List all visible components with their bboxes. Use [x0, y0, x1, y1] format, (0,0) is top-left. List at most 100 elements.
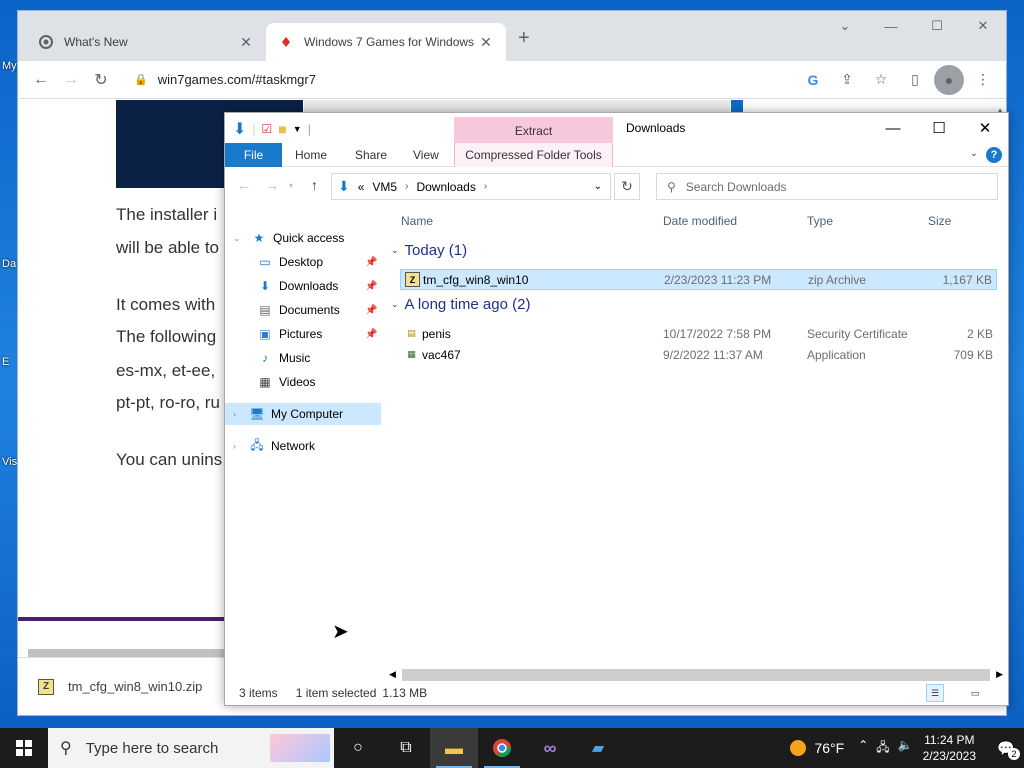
forward-arrow-icon[interactable]: →	[265, 177, 279, 193]
chevron-right-icon[interactable]: ›	[233, 441, 236, 451]
side-panel-icon[interactable]: ▯	[900, 65, 930, 95]
breadcrumb[interactable]: ⬇ « VM5 › Downloads › ⌄	[331, 173, 611, 200]
back-button[interactable]: ←	[26, 65, 56, 95]
volume-icon[interactable]: 🔈	[898, 738, 913, 759]
nav-downloads[interactable]: ⬇ Downloads 📌	[257, 275, 382, 297]
download-folder-icon: ⬇	[338, 178, 350, 194]
maximize-button[interactable]: ☐	[914, 11, 960, 41]
nav-music[interactable]: ♪ Music	[257, 347, 382, 369]
start-button[interactable]	[0, 728, 48, 768]
scroll-left-icon[interactable]: ◀	[385, 669, 396, 680]
nav-documents[interactable]: ▤ Documents 📌	[257, 299, 382, 321]
clock[interactable]: 11:24 PM 2/23/2023	[923, 732, 976, 764]
chrome-taskbar-icon[interactable]	[478, 728, 526, 768]
scrollbar-thumb[interactable]	[401, 668, 991, 681]
new-tab-button[interactable]: +	[518, 27, 530, 50]
nav-network[interactable]: › 🖧 Network	[225, 435, 381, 457]
download-item[interactable]: tm_cfg_win8_win10.zip	[68, 679, 202, 694]
tab-compressed-folder-tools[interactable]: Compressed Folder Tools	[454, 143, 613, 167]
minimize-button[interactable]: —	[870, 113, 916, 143]
tab-file[interactable]: File	[225, 143, 282, 167]
menu-kebab-icon[interactable]: ⋮	[968, 65, 998, 95]
column-header-name[interactable]: Name	[401, 209, 433, 233]
breadcrumb-overflow[interactable]: «	[358, 180, 365, 194]
extract-context-header: Extract	[454, 117, 613, 144]
refresh-button[interactable]: ↻	[614, 173, 640, 200]
desktop-icon: ▭	[259, 255, 271, 269]
desktop-icon-label[interactable]: E	[2, 356, 9, 368]
file-row[interactable]: ▦ vac467 9/2/2022 11:37 AM Application 7…	[400, 344, 997, 365]
column-header-size[interactable]: Size	[928, 209, 951, 233]
breadcrumb-downloads[interactable]: Downloads	[416, 180, 475, 194]
file-explorer-taskbar-icon[interactable]: ▬	[430, 728, 478, 768]
close-tab-icon[interactable]: ✕	[238, 34, 254, 51]
close-button[interactable]: ✕	[960, 11, 1006, 41]
group-header-today[interactable]: ⌄ Today (1)	[391, 242, 467, 259]
visual-studio-taskbar-icon[interactable]: ∞	[526, 728, 574, 768]
task-view-icon[interactable]: ⧉	[382, 728, 430, 768]
tab-search-icon[interactable]: ⌄	[822, 11, 868, 41]
forward-button[interactable]: →	[56, 65, 86, 95]
maximize-button[interactable]: ☐	[916, 113, 962, 143]
customize-toolbar-icon[interactable]: ▼	[293, 124, 302, 134]
properties-check-icon[interactable]: ☑	[262, 122, 273, 136]
breadcrumb-vm5[interactable]: VM5	[372, 180, 397, 194]
tab-view[interactable]: View	[413, 143, 439, 167]
download-arrow-icon[interactable]: ⬇	[233, 119, 246, 139]
tab-windows7-games[interactable]: Windows 7 Games for Windows ✕	[266, 23, 506, 61]
details-view-icon[interactable]: ☰	[926, 684, 944, 702]
chevron-down-icon[interactable]: ⌄	[233, 233, 241, 244]
taskbar-search-box[interactable]: ⚲ Type here to search	[48, 728, 334, 768]
file-row[interactable]: Z tm_cfg_win8_win10 2/23/2023 11:23 PM z…	[400, 269, 997, 290]
up-arrow-icon[interactable]: ↑	[311, 177, 318, 193]
page-divider	[18, 617, 225, 621]
bookmark-star-icon[interactable]: ☆	[866, 65, 896, 95]
video-icon: ▦	[259, 375, 271, 389]
music-icon: ♪	[262, 351, 268, 365]
chevron-right-icon[interactable]: ›	[233, 409, 236, 419]
breadcrumb-separator-icon[interactable]: ›	[405, 181, 408, 192]
nav-desktop[interactable]: ▭ Desktop 📌	[257, 251, 382, 273]
tab-whats-new[interactable]: What's New ✕	[26, 23, 266, 61]
tab-share[interactable]: Share	[355, 143, 387, 167]
close-tab-icon[interactable]: ✕	[478, 34, 494, 51]
address-dropdown-icon[interactable]: ⌄	[594, 181, 602, 192]
search-icon: ⚲	[667, 179, 676, 194]
desktop-icon-label[interactable]: Vis	[2, 456, 17, 468]
desktop-icon-label[interactable]: Da	[2, 258, 16, 270]
nav-my-computer[interactable]: › 🖥 My Computer	[225, 403, 381, 425]
nav-pictures[interactable]: ▣ Pictures 📌	[257, 323, 382, 345]
lock-icon[interactable]: 🔒	[134, 73, 148, 86]
reload-button[interactable]: ↻	[86, 65, 116, 95]
network-status-icon[interactable]: 🖧	[876, 738, 889, 759]
share-icon[interactable]: ⇪	[832, 65, 862, 95]
recent-locations-icon[interactable]: ▾	[289, 181, 293, 190]
weather-widget[interactable]: 76°F	[790, 740, 844, 756]
chevron-up-icon[interactable]: ⌃	[858, 738, 868, 759]
selection-count: 1 item selected	[295, 686, 377, 700]
search-input[interactable]: ⚲ Search Downloads	[656, 173, 998, 200]
address-bar[interactable]: 🔒 win7games.com/#taskmgr7	[124, 66, 790, 94]
new-folder-icon[interactable]: ■	[278, 121, 286, 137]
file-row[interactable]: ▤ penis 10/17/2022 7:58 PM Security Cert…	[400, 323, 997, 344]
group-header-long-time-ago[interactable]: ⌄ A long time ago (2)	[391, 296, 530, 313]
cortana-icon[interactable]: ○	[334, 728, 382, 768]
app-taskbar-icon[interactable]: ▰	[574, 728, 622, 768]
nav-videos[interactable]: ▦ Videos	[257, 371, 382, 393]
large-icons-view-icon[interactable]: ▭	[966, 684, 984, 702]
minimize-button[interactable]: —	[868, 11, 914, 41]
nav-quick-access[interactable]: ⌄ ★ Quick access	[225, 227, 382, 249]
help-icon[interactable]: ?	[986, 147, 1002, 163]
tab-home[interactable]: Home	[295, 143, 327, 167]
back-arrow-icon[interactable]: ←	[237, 177, 251, 193]
close-button[interactable]: ✕	[962, 113, 1008, 143]
breadcrumb-separator-icon[interactable]: ›	[484, 181, 487, 192]
desktop-icon-label[interactable]: My	[2, 60, 17, 72]
column-header-date-modified[interactable]: Date modified	[663, 209, 737, 233]
profile-avatar[interactable]: ●	[934, 64, 964, 95]
column-header-type[interactable]: Type	[807, 209, 833, 233]
notification-center-icon[interactable]: 💬 2	[988, 728, 1024, 768]
scroll-right-icon[interactable]: ▶	[996, 669, 1007, 680]
google-lens-icon[interactable]: G	[798, 65, 828, 95]
expand-ribbon-icon[interactable]: ⌄	[970, 148, 978, 159]
